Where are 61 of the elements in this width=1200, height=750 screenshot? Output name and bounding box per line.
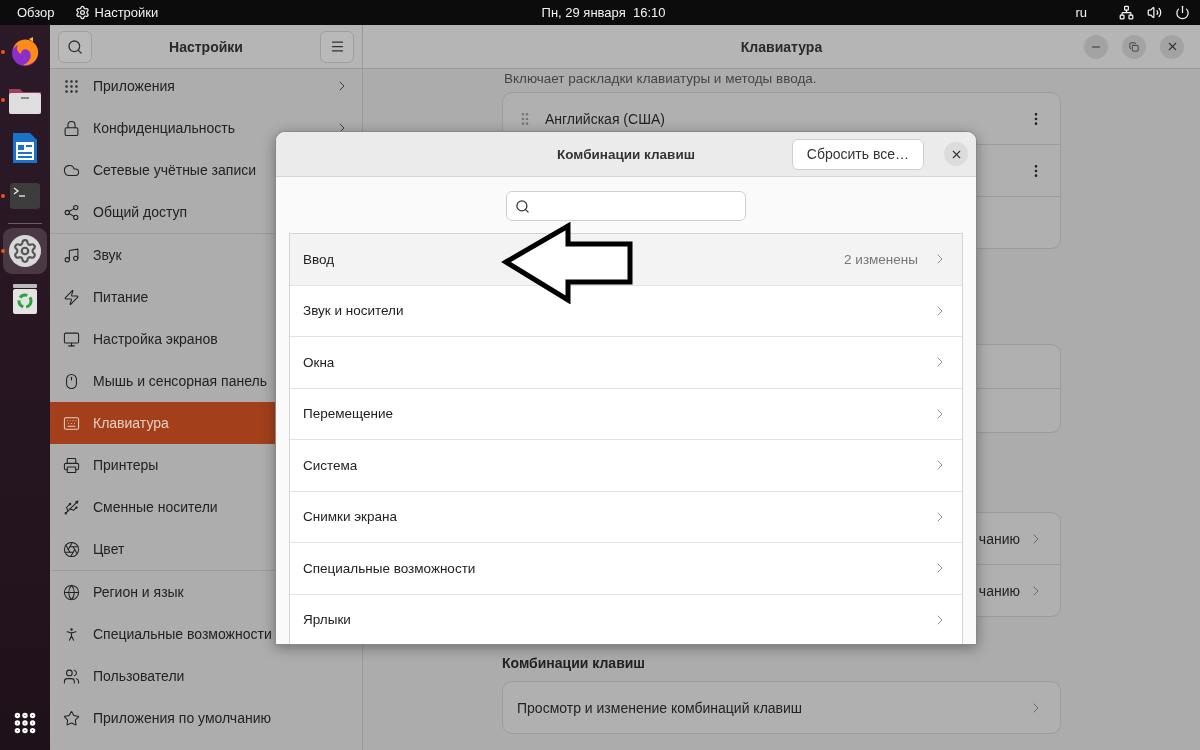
layout-name: Английская (США) bbox=[545, 110, 665, 127]
gear-icon bbox=[74, 5, 90, 20]
volume-icon[interactable] bbox=[1147, 5, 1162, 20]
sidebar-item[interactable]: Общий доступ bbox=[50, 191, 362, 233]
search-icon bbox=[515, 198, 530, 214]
star-icon bbox=[63, 709, 80, 727]
power-icon[interactable] bbox=[1175, 5, 1190, 20]
reset-all-button[interactable]: Сбросить все… bbox=[791, 138, 924, 170]
settings-row[interactable]: Просмотр и изменение комбинаций клавиш bbox=[503, 682, 1060, 733]
app-grid-icon[interactable] bbox=[12, 710, 38, 736]
menu-button[interactable] bbox=[320, 30, 354, 63]
document-icon bbox=[11, 131, 39, 165]
share-icon bbox=[63, 203, 80, 221]
lock-icon bbox=[63, 119, 80, 137]
sidebar-item[interactable]: Приложения bbox=[50, 65, 362, 107]
sidebar-item[interactable]: Пользователи bbox=[50, 655, 362, 697]
close-button[interactable] bbox=[944, 142, 968, 166]
change-count: 2 изменены bbox=[844, 251, 918, 267]
sidebar-title: Настройки bbox=[169, 38, 243, 55]
users-icon bbox=[63, 667, 80, 685]
keyboard-layout-indicator[interactable]: ru bbox=[1075, 5, 1087, 20]
sidebar-item[interactable]: Приложения по умолчанию bbox=[50, 697, 362, 739]
sidebar-item[interactable]: Сетевые учётные записи bbox=[50, 149, 362, 191]
keyboard-icon bbox=[63, 414, 80, 432]
shortcut-category-row[interactable]: Снимки экрана bbox=[290, 491, 962, 543]
terminal-icon bbox=[10, 183, 40, 209]
monitor-icon bbox=[63, 330, 80, 348]
clock[interactable]: Пн, 29 января 16:10 bbox=[541, 5, 666, 20]
description-text: Включает раскладки клавиатуры и методы ввода. bbox=[504, 71, 818, 86]
printer-icon bbox=[63, 456, 80, 474]
music-note-icon bbox=[63, 246, 80, 264]
close-button[interactable] bbox=[1160, 34, 1184, 59]
fox-logo-icon bbox=[9, 36, 41, 68]
search-button[interactable] bbox=[58, 30, 92, 63]
restore-icon bbox=[1129, 41, 1139, 52]
trash-icon bbox=[12, 284, 38, 314]
shortcut-category-row[interactable]: Система bbox=[290, 440, 962, 492]
network-icon[interactable] bbox=[1119, 5, 1134, 20]
app-menu[interactable]: Настройки bbox=[74, 5, 159, 20]
shortcut-category-row[interactable]: Ярлыки bbox=[290, 594, 962, 644]
search-field[interactable] bbox=[506, 191, 746, 221]
section-heading: Комбинации клавиш bbox=[502, 655, 647, 671]
restore-button[interactable] bbox=[1122, 34, 1146, 59]
usb-drive-icon bbox=[63, 498, 80, 516]
lightning-icon bbox=[63, 288, 80, 306]
settings-icon bbox=[9, 235, 41, 267]
dialog-title: Комбинации клавиш bbox=[557, 146, 695, 162]
activities-button[interactable]: Обзор bbox=[17, 5, 55, 20]
shortcut-category-row[interactable]: Перемещение bbox=[290, 388, 962, 440]
sidebar-item[interactable]: Конфиденциальность bbox=[50, 107, 362, 149]
dock-item[interactable] bbox=[3, 228, 47, 274]
mouse-icon bbox=[63, 372, 80, 390]
aperture-icon bbox=[63, 540, 80, 558]
menu-icon bbox=[329, 39, 345, 54]
shortcut-category-row[interactable]: Окна bbox=[290, 337, 962, 389]
page-title: Клавиатура bbox=[740, 38, 823, 55]
search-icon bbox=[67, 38, 83, 55]
shortcut-category-row[interactable]: Звук и носители bbox=[290, 285, 962, 337]
grid-icon bbox=[63, 77, 80, 95]
shortcut-category-row[interactable]: Специальные возможности bbox=[290, 543, 962, 595]
globe-icon bbox=[63, 583, 80, 601]
